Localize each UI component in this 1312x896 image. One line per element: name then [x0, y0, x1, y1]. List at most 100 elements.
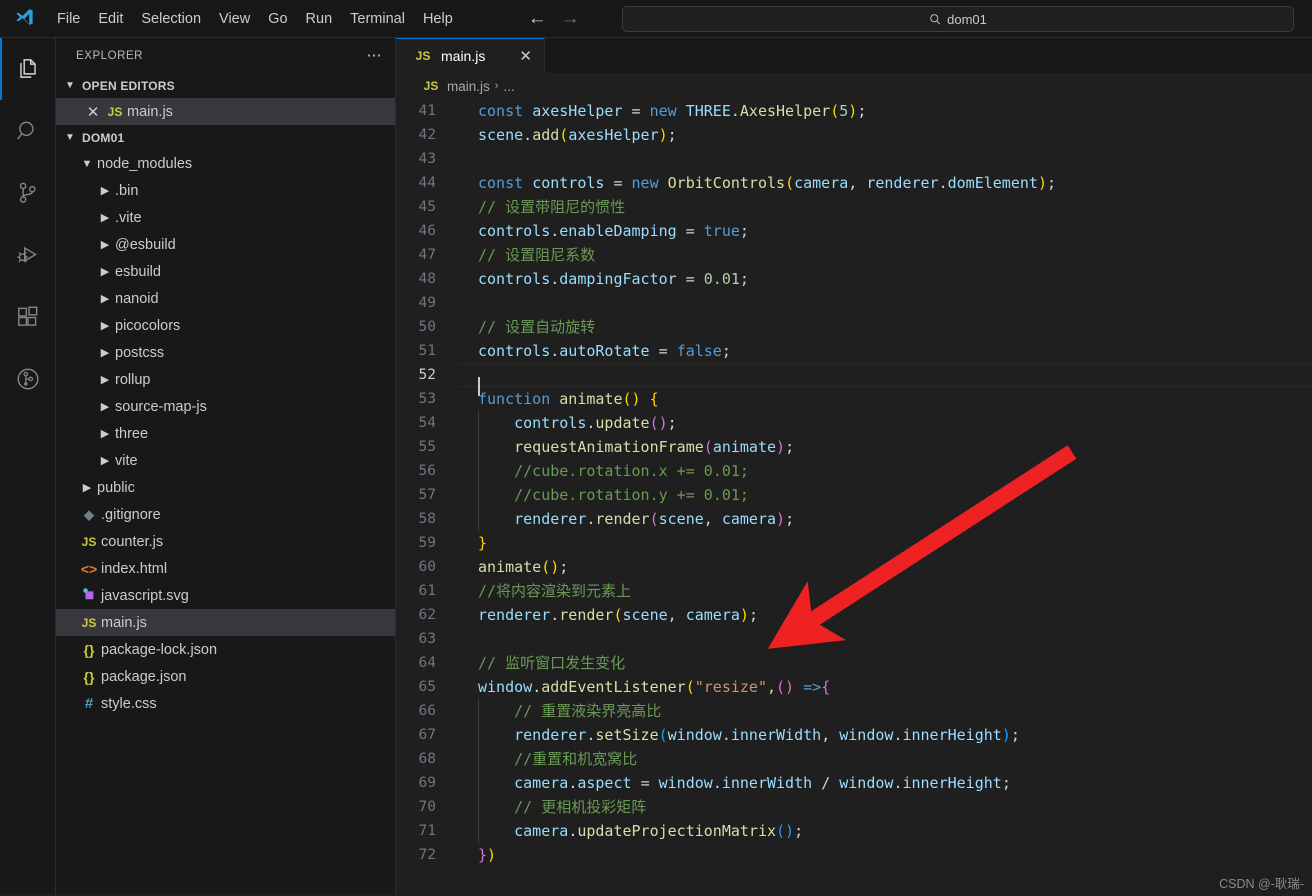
line-content[interactable]: controls.autoRotate = false;	[458, 339, 731, 363]
line-content[interactable]: // 更相机投彩矩阵	[458, 795, 646, 819]
line-number: 45	[418, 199, 436, 215]
line-content[interactable]: window.addEventListener("resize",() =>{	[458, 675, 830, 699]
tree-label: .gitignore	[101, 506, 161, 523]
tree-folder-vite[interactable]: ▶ .vite	[56, 204, 395, 231]
line-content[interactable]: requestAnimationFrame(animate);	[458, 435, 794, 459]
close-icon[interactable]: ✕	[517, 47, 534, 65]
section-open-editors[interactable]: ▼ OPEN EDITORS	[56, 73, 395, 98]
tree-folder-picocolors[interactable]: ▶ picocolors	[56, 312, 395, 339]
code-token: dampingFactor	[559, 270, 677, 288]
tree-folder-nanoid[interactable]: ▶ nanoid	[56, 285, 395, 312]
line-content[interactable]: // 重置液染界亮高比	[458, 699, 661, 723]
tree-file-counter-js[interactable]: JS counter.js	[56, 528, 395, 555]
tree-file-package-lock-json[interactable]: {} package-lock.json	[56, 636, 395, 663]
line-content[interactable]: camera.updateProjectionMatrix();	[458, 819, 803, 843]
tree-folder-three[interactable]: ▶ three	[56, 420, 395, 447]
breadcrumb-ellipsis[interactable]: ...	[503, 79, 514, 94]
chevron-down-icon: ▼	[65, 80, 75, 91]
section-project-dom01[interactable]: ▼ DOM01	[56, 125, 395, 150]
close-icon[interactable]: ✕	[82, 103, 104, 121]
activity-run-debug[interactable]	[0, 224, 56, 286]
code-token: controls	[514, 414, 587, 432]
tree-label: source-map-js	[115, 398, 207, 415]
code-token: controls	[478, 342, 551, 360]
line-content[interactable]: const controls = new OrbitControls(camer…	[458, 171, 1056, 195]
arrow-right-icon[interactable]: →	[561, 9, 580, 28]
activity-search[interactable]	[0, 100, 56, 162]
tree-folder-bin[interactable]: ▶ .bin	[56, 177, 395, 204]
line-content[interactable]: // 设置带阻尼的惯性	[458, 195, 625, 219]
menu-edit[interactable]: Edit	[89, 7, 132, 31]
line-content[interactable]: //重置和机宽窝比	[458, 747, 637, 771]
tree-folder-vite-dep[interactable]: ▶ vite	[56, 447, 395, 474]
command-center-search[interactable]: dom01	[622, 6, 1294, 32]
menu-help[interactable]: Help	[414, 7, 462, 31]
menu-go[interactable]: Go	[259, 7, 296, 31]
tree-label: rollup	[115, 371, 151, 388]
line-content[interactable]: const axesHelper = new THREE.AxesHelper(…	[458, 99, 866, 123]
tree-file-index-html[interactable]: <> index.html	[56, 555, 395, 582]
code-editor[interactable]: 41 const axesHelper = new THREE.AxesHelpe…	[396, 99, 1312, 896]
menu-selection[interactable]: Selection	[132, 7, 210, 31]
menu-run[interactable]: Run	[297, 7, 342, 31]
line-content[interactable]: animate();	[458, 555, 568, 579]
activity-extensions[interactable]	[0, 286, 56, 348]
code-token: window	[658, 774, 713, 792]
line-content[interactable]: controls.dampingFactor = 0.01;	[458, 267, 749, 291]
ellipsis-icon[interactable]: ⋯	[367, 48, 384, 63]
line-content[interactable]: function animate() {	[458, 387, 659, 411]
activity-git-graph[interactable]	[0, 348, 56, 410]
project-label: DOM01	[82, 130, 125, 145]
line-number: 53	[418, 391, 436, 407]
line-content[interactable]: renderer.render(scene, camera);	[458, 603, 758, 627]
code-token: // 监听窗口发生变化	[478, 654, 626, 672]
line-content[interactable]: controls.enableDamping = true;	[458, 219, 749, 243]
menu-terminal[interactable]: Terminal	[341, 7, 414, 31]
menu-bar: File Edit Selection View Go Run Terminal…	[48, 7, 462, 31]
tree-folder-rollup[interactable]: ▶ rollup	[56, 366, 395, 393]
code-token: controls	[532, 174, 605, 192]
activity-explorer[interactable]	[0, 38, 56, 100]
tree-folder-source-map-js[interactable]: ▶ source-map-js	[56, 393, 395, 420]
menu-view[interactable]: View	[210, 7, 259, 31]
arrow-left-icon[interactable]: ←	[528, 9, 547, 28]
tree-folder-esbuild[interactable]: ▶ esbuild	[56, 258, 395, 285]
code-token: function	[478, 390, 551, 408]
line-content[interactable]: }	[458, 531, 487, 555]
line-content[interactable]: })	[458, 843, 496, 867]
tree-file-gitignore[interactable]: ◆ .gitignore	[56, 501, 395, 528]
tab-main-js[interactable]: JS main.js ✕	[396, 38, 545, 73]
tree-folder-public[interactable]: ▶ public	[56, 474, 395, 501]
tree-file-javascript-svg[interactable]: javascript.svg	[56, 582, 395, 609]
tree-folder-postcss[interactable]: ▶ postcss	[56, 339, 395, 366]
tree-folder-at-esbuild[interactable]: ▶ @esbuild	[56, 231, 395, 258]
activity-source-control[interactable]	[0, 162, 56, 224]
line-content[interactable]: scene.add(axesHelper);	[458, 123, 677, 147]
line-content[interactable]: renderer.render(scene, camera);	[458, 507, 794, 531]
tree-folder-node-modules[interactable]: ▼ node_modules	[56, 150, 395, 177]
line-content[interactable]: // 监听窗口发生变化	[458, 651, 625, 675]
indent-guide	[478, 699, 479, 723]
code-token: setSize	[595, 726, 659, 744]
breadcrumb-file[interactable]: main.js	[447, 79, 490, 94]
tree-file-main-js[interactable]: JS main.js	[56, 609, 395, 636]
line-content[interactable]: camera.aspect = window.innerWidth / wind…	[458, 771, 1011, 795]
code-token: autoRotate	[559, 342, 650, 360]
line-content[interactable]: //将内容渲染到元素上	[458, 579, 631, 603]
line-content[interactable]: //cube.rotation.y += 0.01;	[458, 483, 749, 507]
tree-label: counter.js	[101, 533, 164, 550]
line-content[interactable]: //cube.rotation.x += 0.01;	[458, 459, 749, 483]
open-editor-item-main-js[interactable]: ✕ JS main.js	[56, 98, 395, 125]
code-token: OrbitControls	[667, 174, 786, 192]
line-content[interactable]: // 设置自动旋转	[458, 315, 595, 339]
line-content[interactable]: renderer.setSize(window.innerWidth, wind…	[458, 723, 1020, 747]
menu-file[interactable]: File	[48, 7, 89, 31]
line-content[interactable]: controls.update();	[458, 411, 677, 435]
tree-file-package-json[interactable]: {} package.json	[56, 663, 395, 690]
line-content[interactable]: // 设置阻尼系数	[458, 243, 595, 267]
explorer-sidebar: EXPLORER ⋯ ▼ OPEN EDITORS ✕ JS main.js ▼…	[56, 38, 396, 896]
tree-file-style-css[interactable]: # style.css	[56, 690, 395, 717]
